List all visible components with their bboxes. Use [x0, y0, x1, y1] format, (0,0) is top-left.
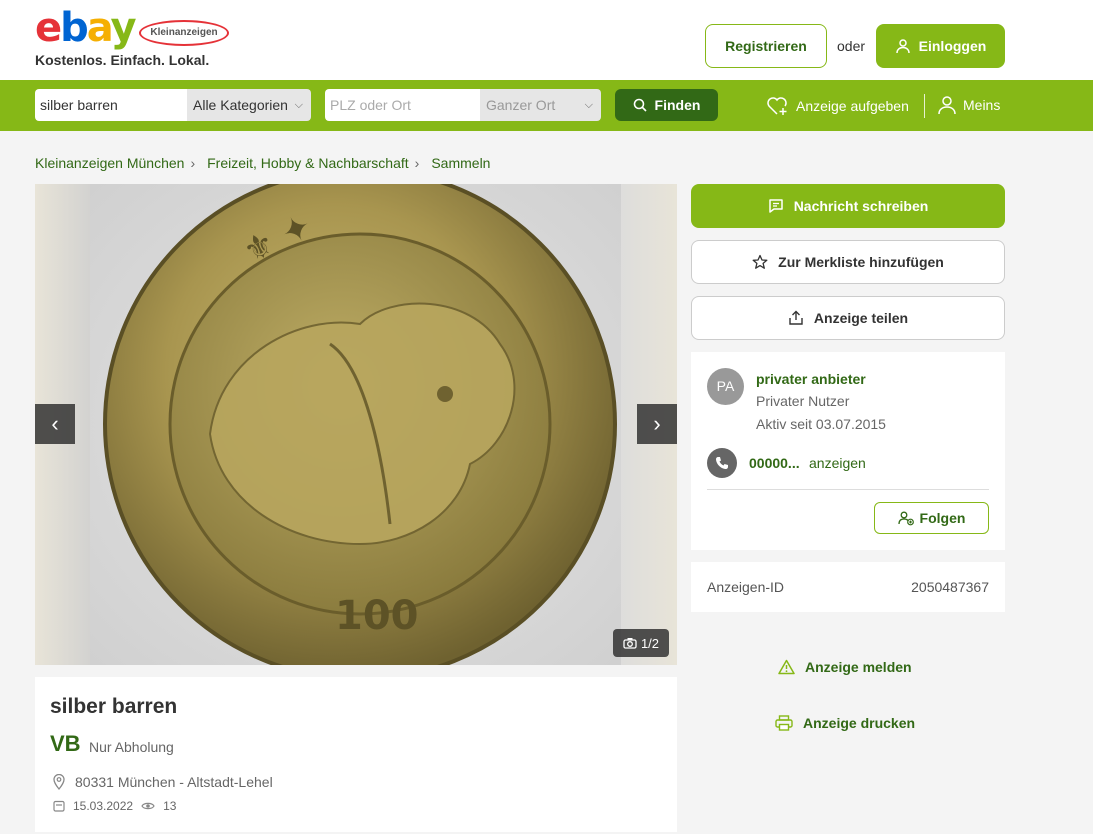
seller-active-since: Aktiv seit 03.07.2015: [756, 416, 886, 432]
ad-id-value: 2050487367: [911, 579, 989, 595]
post-ad-label: Anzeige aufgeben: [796, 98, 909, 114]
mine-label: Meins: [963, 97, 1001, 113]
radius-value: Ganzer Ort: [486, 97, 556, 113]
avatar: PA: [707, 368, 744, 405]
search-icon: [633, 98, 647, 112]
follow-label: Folgen: [919, 510, 966, 526]
share-label: Anzeige teilen: [813, 310, 909, 326]
breadcrumb-item[interactable]: Kleinanzeigen München: [35, 155, 184, 171]
location-pin-icon: [53, 774, 65, 790]
ad-date: 15.03.2022: [73, 799, 134, 813]
heart-plus-icon: [766, 95, 788, 117]
phone-icon: [707, 448, 737, 478]
chevron-right-icon: ›: [414, 155, 420, 171]
ad-details: silber barren VB Nur Abholung 80331 Münc…: [35, 677, 677, 832]
svg-text:100: 100: [335, 593, 419, 639]
warning-icon: [778, 659, 795, 675]
seller-name[interactable]: privater anbieter: [756, 371, 866, 387]
user-icon: [895, 38, 911, 54]
printer-icon: [775, 715, 793, 731]
show-phone-link[interactable]: anzeigen: [809, 455, 866, 471]
ad-title: silber barren: [50, 695, 178, 718]
calendar-icon: [53, 800, 65, 812]
share-icon: [788, 310, 804, 326]
category-value: Alle Kategorien: [193, 97, 288, 113]
find-button[interactable]: Finden: [615, 89, 718, 121]
breadcrumb: Kleinanzeigen München › Freizeit, Hobby &…: [35, 155, 490, 171]
category-select[interactable]: Alle Kategorien ⌵: [187, 89, 311, 121]
search-input[interactable]: [35, 89, 188, 121]
report-ad-label: Anzeige melden: [805, 659, 912, 675]
chevron-down-icon: ⌵: [294, 99, 303, 111]
phone-number: 00000...: [749, 455, 800, 471]
eye-icon: [141, 801, 155, 811]
tagline: Kostenlos. Einfach. Lokal.: [35, 52, 210, 68]
star-icon: [752, 254, 768, 270]
shipping-info: Nur Abholung: [89, 739, 174, 755]
find-label: Finden: [654, 97, 701, 113]
chevron-down-icon: ⌵: [584, 99, 593, 111]
share-ad-button[interactable]: Anzeige teilen: [691, 296, 1005, 340]
chevron-right-icon: ›: [190, 155, 196, 171]
camera-icon: [623, 637, 637, 649]
image-counter: 1/2: [613, 629, 669, 657]
user-plus-icon: [897, 510, 914, 526]
ad-meta: 15.03.2022 13: [53, 799, 176, 813]
image-counter-value: 1/2: [640, 635, 660, 651]
seller-type: Privater Nutzer: [756, 393, 850, 409]
site-header: ebay Kleinanzeigen Kostenlos. Einfach. L…: [0, 0, 1093, 80]
report-ad-link[interactable]: Anzeige melden: [778, 659, 912, 675]
send-message-button[interactable]: Nachricht schreiben: [691, 184, 1005, 228]
divider: [707, 489, 989, 490]
ebay-logo[interactable]: ebay: [35, 8, 137, 48]
print-ad-label: Anzeige drucken: [803, 715, 916, 731]
kleinanzeigen-badge: Kleinanzeigen: [139, 20, 229, 46]
image-gallery: ⚜ ✦ 100 ‹ › 1/2: [35, 184, 677, 665]
ad-photo[interactable]: ⚜ ✦ 100: [90, 184, 621, 665]
print-ad-link[interactable]: Anzeige drucken: [775, 715, 915, 731]
add-to-watchlist-button[interactable]: Zur Merkliste hinzufügen: [691, 240, 1005, 284]
ad-views: 13: [163, 799, 177, 813]
or-label: oder: [837, 38, 866, 54]
ad-id-label: Anzeigen-ID: [707, 579, 785, 595]
location-text: 80331 München - Altstadt-Lehel: [75, 774, 273, 790]
post-ad-link[interactable]: Anzeige aufgeben: [766, 95, 909, 117]
register-button[interactable]: Registrieren: [705, 24, 827, 68]
ad-price: VB: [50, 731, 81, 756]
previous-image-button[interactable]: ‹: [35, 404, 75, 444]
next-image-button[interactable]: ›: [637, 404, 677, 444]
chat-icon: [768, 198, 784, 214]
ad-location: 80331 München - Altstadt-Lehel: [53, 774, 273, 790]
login-button[interactable]: Einloggen: [876, 24, 1005, 68]
mine-link[interactable]: Meins: [937, 95, 1000, 115]
nav-divider: [924, 94, 925, 118]
watchlist-label: Zur Merkliste hinzufügen: [778, 254, 944, 270]
user-icon: [937, 95, 957, 115]
breadcrumb-item[interactable]: Freizeit, Hobby & Nachbarschaft: [207, 155, 409, 171]
radius-select[interactable]: Ganzer Ort ⌵: [480, 89, 601, 121]
follow-button[interactable]: Folgen: [874, 502, 989, 534]
seller-card: PA privater anbieter Privater Nutzer Akt…: [691, 352, 1005, 550]
search-bar: Alle Kategorien ⌵ Ganzer Ort ⌵ Finden An…: [0, 80, 1093, 131]
breadcrumb-item[interactable]: Sammeln: [431, 155, 490, 171]
ad-id-card: Anzeigen-ID 2050487367: [691, 562, 1005, 612]
login-label: Einloggen: [918, 38, 987, 54]
location-input[interactable]: [325, 89, 481, 121]
send-message-label: Nachricht schreiben: [793, 198, 929, 214]
